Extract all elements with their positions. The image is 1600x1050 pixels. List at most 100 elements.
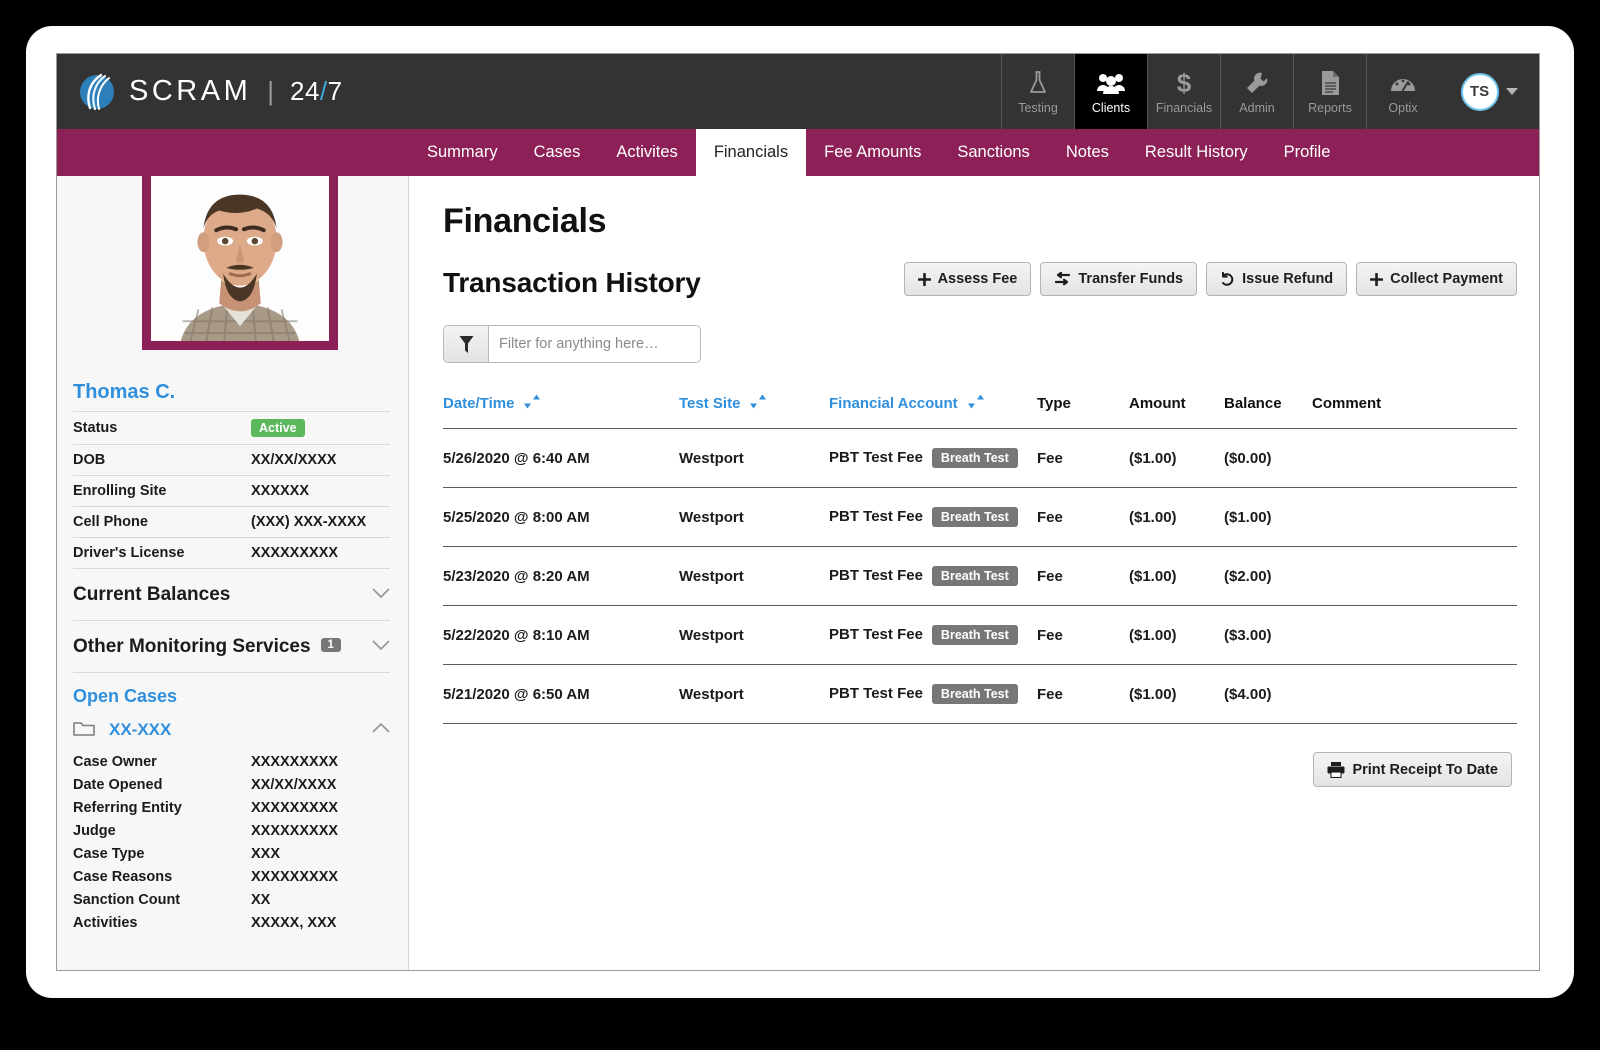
svg-text:$: $	[1177, 69, 1192, 97]
case-field-value: XXXXXXXXX	[251, 799, 339, 816]
brand-logo-group[interactable]: SCRAM | 24/7	[57, 54, 1001, 129]
case-field-value: XX/XX/XXXX	[251, 776, 337, 793]
assess-fee-button[interactable]: Assess Fee	[903, 262, 1032, 296]
nav-item-testing[interactable]: Testing	[1001, 54, 1074, 129]
main-content: Financials Transaction History Assess Fe…	[409, 176, 1539, 970]
case-field-key: Case Reasons	[73, 868, 173, 885]
table-row[interactable]: 5/26/2020 @ 6:40 AM Westport PBT Test Fe…	[443, 428, 1517, 488]
nav-item-financials[interactable]: $ Financials	[1147, 54, 1220, 129]
cell-datetime[interactable]: 5/22/2020 @ 8:10 AM	[443, 605, 679, 665]
sort-arrows-icon[interactable]	[523, 393, 541, 414]
case-field-row: Date Opened XX/XX/XXXX	[73, 773, 390, 796]
transfer-funds-label: Transfer Funds	[1078, 271, 1184, 287]
account-name: PBT Test Fee	[829, 449, 923, 466]
cell-comment	[1312, 605, 1517, 665]
table-row[interactable]: 5/22/2020 @ 8:10 AM Westport PBT Test Fe…	[443, 605, 1517, 665]
cell-amount: ($1.00)	[1129, 546, 1224, 606]
case-header-row[interactable]: XX-XXX	[73, 713, 390, 750]
filter-input[interactable]	[489, 326, 700, 362]
print-receipt-button[interactable]: Print Receipt To Date	[1313, 752, 1512, 787]
table-row[interactable]: 5/23/2020 @ 8:20 AM Westport PBT Test Fe…	[443, 546, 1517, 606]
client-name[interactable]: Thomas C.	[73, 381, 390, 411]
case-field-key: Case Type	[73, 845, 145, 862]
client-photo	[142, 176, 338, 350]
user-menu[interactable]: TS	[1439, 54, 1539, 129]
tab-cases[interactable]: Cases	[516, 129, 599, 176]
nav-item-clients[interactable]: Clients	[1074, 54, 1147, 129]
case-field-value: XXXXXXXXX	[251, 753, 339, 770]
avatar[interactable]: TS	[1460, 72, 1499, 111]
app-window: SCRAM | 24/7 Testing Clients $ Financial…	[56, 53, 1540, 971]
plus-icon	[1370, 272, 1384, 286]
case-field-value: XXXXXXXXX	[251, 822, 339, 839]
account-type-badge: Breath Test	[931, 507, 1018, 527]
funnel-icon[interactable]	[444, 326, 489, 362]
cell-type: Fee	[1037, 428, 1129, 488]
cell-test-site: Westport	[679, 428, 829, 488]
tab-activites[interactable]: Activites	[598, 129, 695, 176]
cell-amount: ($1.00)	[1129, 487, 1224, 547]
accordion-title: Current Balances	[73, 584, 231, 605]
nav-item-admin[interactable]: Admin	[1220, 54, 1293, 129]
transfer-funds-button[interactable]: Transfer Funds	[1040, 262, 1198, 296]
case-id[interactable]: XX-XXX	[109, 720, 171, 740]
cell-datetime[interactable]: 5/23/2020 @ 8:20 AM	[443, 546, 679, 606]
chevron-down-icon[interactable]	[372, 586, 390, 604]
cell-datetime[interactable]: 5/25/2020 @ 8:00 AM	[443, 487, 679, 547]
transaction-history-table: Date/Time Test Site Financial Account Ty…	[443, 393, 1517, 724]
caret-down-icon[interactable]	[1505, 88, 1518, 95]
table-row[interactable]: 5/25/2020 @ 8:00 AM Westport PBT Test Fe…	[443, 487, 1517, 547]
table-row[interactable]: 5/21/2020 @ 6:50 AM Westport PBT Test Fe…	[443, 664, 1517, 724]
tab-result-history[interactable]: Result History	[1127, 129, 1266, 176]
cell-type: Fee	[1037, 664, 1129, 724]
chevron-down-icon[interactable]	[372, 638, 390, 656]
cell-datetime[interactable]: 5/21/2020 @ 6:50 AM	[443, 664, 679, 724]
cell-financial-account: PBT Test Fee Breath Test	[829, 546, 1037, 606]
open-cases-heading[interactable]: Open Cases	[73, 672, 390, 713]
column-header-test-site[interactable]: Test Site	[679, 393, 829, 429]
tab-financials[interactable]: Financials	[695, 129, 807, 176]
table-body: 5/26/2020 @ 6:40 AM Westport PBT Test Fe…	[443, 428, 1517, 724]
sort-arrows-icon[interactable]	[749, 393, 767, 414]
cell-balance: ($3.00)	[1224, 605, 1312, 665]
chevron-up-icon[interactable]	[372, 721, 390, 739]
detail-value: (XXX) XXX-XXXX	[251, 514, 367, 530]
scram-wave-logo-icon	[77, 72, 117, 112]
tab-profile[interactable]: Profile	[1266, 129, 1349, 176]
case-field-key: Judge	[73, 822, 116, 839]
case-field-row: Case Owner XXXXXXXXX	[73, 750, 390, 773]
cell-datetime[interactable]: 5/26/2020 @ 6:40 AM	[443, 428, 679, 488]
table-head: Date/Time Test Site Financial Account Ty…	[443, 393, 1517, 429]
accordion-current-balances[interactable]: Current Balances	[73, 568, 390, 620]
detail-row-dob: DOB XX/XX/XXXX	[73, 444, 390, 476]
nav-item-reports[interactable]: Reports	[1293, 54, 1366, 129]
cell-comment	[1312, 428, 1517, 488]
tab-notes[interactable]: Notes	[1048, 129, 1127, 176]
column-header-type: Type	[1037, 395, 1071, 412]
column-header-financial-account[interactable]: Financial Account	[829, 393, 1037, 429]
collect-payment-button[interactable]: Collect Payment	[1356, 262, 1517, 296]
nav-item-optix[interactable]: Optix	[1366, 54, 1439, 129]
tab-fee-amounts[interactable]: Fee Amounts	[806, 129, 939, 176]
nav-label-optix: Optix	[1388, 101, 1418, 115]
detail-value: XX/XX/XXXX	[251, 452, 337, 468]
print-receipt-label: Print Receipt To Date	[1352, 761, 1498, 778]
column-header-datetime[interactable]: Date/Time	[443, 393, 679, 429]
detail-value: XXXXXXXXX	[251, 545, 339, 561]
detail-value: Active	[251, 412, 390, 445]
tab-summary[interactable]: Summary	[409, 129, 516, 176]
accordion-other-monitoring-services[interactable]: Other Monitoring Services 1	[73, 620, 390, 672]
case-field-key: Activities	[73, 914, 138, 931]
brand-separator: |	[267, 76, 274, 106]
cell-balance: ($1.00)	[1224, 487, 1312, 547]
cell-type: Fee	[1037, 487, 1129, 547]
tab-sanctions[interactable]: Sanctions	[939, 129, 1047, 176]
case-field-row: Activities XXXXX, XXX	[73, 911, 390, 934]
cell-balance: ($2.00)	[1224, 546, 1312, 606]
issue-refund-button[interactable]: Issue Refund	[1206, 262, 1348, 296]
cell-comment	[1312, 487, 1517, 547]
sort-arrows-icon[interactable]	[967, 393, 985, 414]
account-type-badge: Breath Test	[931, 625, 1018, 645]
accordion-title: Other Monitoring Services	[73, 636, 311, 657]
brand-suffix: 24/7	[290, 76, 343, 107]
